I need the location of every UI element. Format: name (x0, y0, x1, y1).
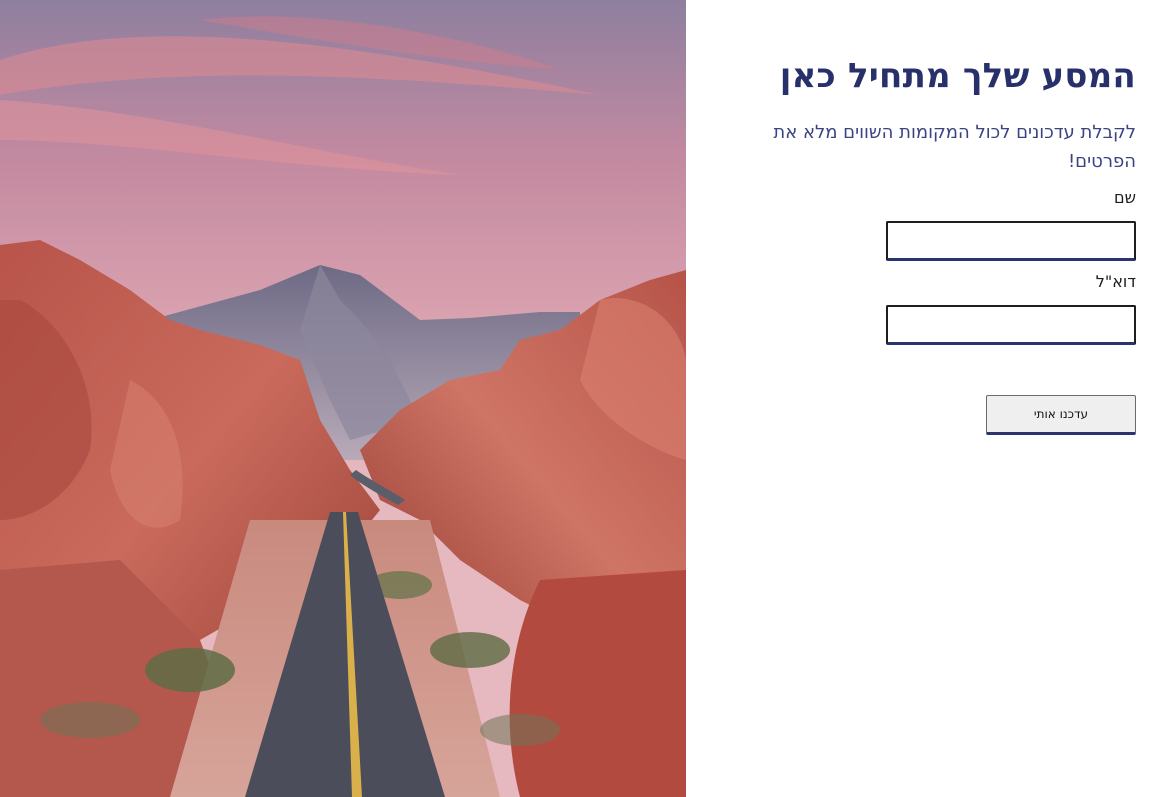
signup-page: המסע שלך מתחיל כאן לקבלת עדכונים לכול המ… (0, 0, 1153, 797)
hero-image (0, 0, 686, 797)
desert-road-illustration (0, 0, 686, 797)
form-title: המסע שלך מתחיל כאן (779, 56, 1136, 96)
signup-form: המסע שלך מתחיל כאן לקבלת עדכונים לכול המ… (686, 0, 1153, 797)
email-input[interactable] (886, 305, 1136, 345)
name-input[interactable] (886, 221, 1136, 261)
submit-button[interactable]: עדכנו אותי (986, 395, 1136, 435)
email-label: דוא"ל (1095, 272, 1136, 291)
form-subtitle: לקבלת עדכונים לכול המקומות השווים מלא את… (773, 122, 1136, 172)
name-label: שם (1114, 188, 1136, 207)
